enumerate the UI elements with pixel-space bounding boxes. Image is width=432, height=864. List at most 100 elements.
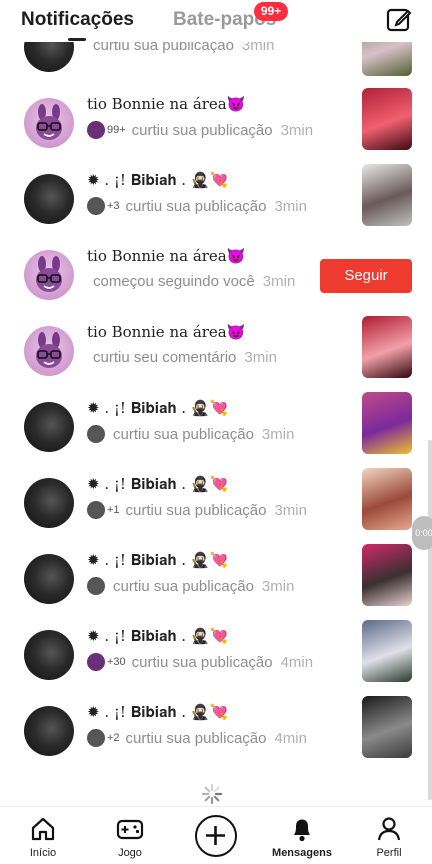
notification-subline: +3 curtiu sua publicação 3min bbox=[87, 197, 307, 215]
person-icon bbox=[377, 817, 401, 841]
scroll-handle[interactable]: 0:00 bbox=[412, 516, 432, 550]
nav-game[interactable]: Jogo bbox=[95, 815, 165, 859]
avatar[interactable] bbox=[24, 554, 74, 604]
notification-user-name[interactable]: ✹ . ¡! 𝐁𝐢𝐛𝐢𝐚𝐡 . 🥷🏻💘 bbox=[87, 627, 228, 645]
post-thumbnail[interactable] bbox=[362, 620, 412, 682]
avatar[interactable] bbox=[24, 98, 74, 148]
active-tab-indicator bbox=[68, 38, 86, 41]
actor-count: +3 bbox=[107, 200, 120, 212]
notification-subline: +30 curtiu sua publicação 4min bbox=[87, 653, 313, 671]
nav-home[interactable]: Início bbox=[8, 815, 78, 859]
notification-action: começou seguindo você bbox=[93, 273, 255, 290]
notification-row[interactable]: tio Bonnie na área😈 99+ curtiu sua publica… bbox=[0, 88, 432, 171]
post-thumbnail[interactable] bbox=[362, 392, 412, 454]
create-post-button[interactable] bbox=[195, 815, 237, 857]
notification-time: 3min bbox=[274, 197, 307, 215]
avatar[interactable] bbox=[24, 250, 74, 300]
avatar[interactable] bbox=[24, 326, 74, 376]
notification-subline: curtiu seu comentário 3min bbox=[87, 349, 277, 366]
notification-action: curtiu sua publicação bbox=[131, 653, 273, 671]
stacked-avatar bbox=[87, 577, 105, 595]
notification-time: 3min bbox=[280, 121, 314, 139]
notification-user-name[interactable]: tio Bonnie na área😈 bbox=[87, 247, 245, 265]
notification-subline: +1 curtiu sua publicação 3min bbox=[87, 501, 307, 519]
notification-time: 3min bbox=[244, 349, 277, 366]
notification-action: curtiu seu comentário bbox=[93, 349, 237, 366]
notification-action: curtiu sua publicação bbox=[125, 729, 267, 747]
notification-row[interactable]: tio Bonnie na área😈 começou seguindo você… bbox=[0, 247, 432, 323]
notification-row[interactable]: ✹ . ¡! 𝐁𝐢𝐛𝐢𝐚𝐡 . 🥷🏻💘 +1 curtiu sua publicaç… bbox=[0, 468, 432, 551]
notification-subline: curtiu sua publicação 3min bbox=[87, 577, 294, 595]
notification-row[interactable]: ✹ . ¡! 𝐁𝐢𝐛𝐢𝐚𝐡 . 🥷🏻💘 curtiu sua publicação… bbox=[0, 392, 432, 475]
notification-user-name[interactable]: ✹ . ¡! 𝐁𝐢𝐛𝐢𝐚𝐡 . 🥷🏻💘 bbox=[87, 703, 228, 721]
notification-user-name[interactable]: ✹ . ¡! 𝐁𝐢𝐛𝐢𝐚𝐡 . 🥷🏻💘 bbox=[87, 399, 228, 417]
stacked-avatar bbox=[87, 729, 105, 747]
stacked-avatar bbox=[87, 121, 105, 139]
notification-row[interactable]: ✹ . ¡! 𝐁𝐢𝐛𝐢𝐚𝐡 . 🥷🏻💘 curtiu sua publicação… bbox=[0, 544, 432, 627]
stacked-avatar bbox=[87, 197, 105, 215]
bunny-avatar-art bbox=[36, 256, 62, 292]
notification-action: curtiu sua publicação bbox=[125, 197, 267, 215]
notification-user-name[interactable]: tio Bonnie na área😈 bbox=[87, 323, 245, 341]
notification-row[interactable]: tio Bonnie na área😈 curtiu seu comentário… bbox=[0, 316, 432, 399]
nav-profile[interactable]: Perfil bbox=[354, 815, 424, 859]
notification-action: curtiu sua publicação bbox=[131, 121, 273, 139]
notification-action: curtiu sua publicação bbox=[113, 577, 254, 595]
bottom-nav: Início Jogo Mensagens Perfil bbox=[0, 806, 432, 864]
compose-icon[interactable] bbox=[386, 7, 412, 33]
avatar[interactable] bbox=[24, 706, 74, 756]
notification-user-name[interactable]: ✹ . ¡! 𝐁𝐢𝐛𝐢𝐚𝐡 . 🥷🏻💘 bbox=[87, 171, 228, 189]
actor-count: +30 bbox=[107, 656, 126, 668]
avatar[interactable] bbox=[24, 630, 74, 680]
tab-notifications[interactable]: Notificações bbox=[21, 9, 134, 31]
scrollbar[interactable] bbox=[428, 440, 432, 800]
notification-time: 3min bbox=[261, 577, 295, 595]
notification-row[interactable]: ✹ . ¡! 𝐁𝐢𝐛𝐢𝐚𝐡 . 🥷🏻💘 +30 curtiu sua publica… bbox=[0, 620, 432, 703]
chat-unread-badge: 99+ bbox=[254, 2, 288, 21]
post-thumbnail[interactable] bbox=[362, 696, 412, 758]
nav-profile-label: Perfil bbox=[376, 847, 402, 859]
notification-time: 3min bbox=[274, 501, 307, 519]
bunny-avatar-art bbox=[36, 332, 62, 368]
bell-icon bbox=[294, 819, 310, 842]
post-thumbnail[interactable] bbox=[362, 164, 412, 226]
actor-count: +1 bbox=[107, 504, 120, 516]
gamepad-icon bbox=[116, 819, 144, 840]
stacked-avatar bbox=[87, 653, 105, 671]
notification-subline: curtiu sua publicação 3min bbox=[87, 425, 294, 443]
post-thumbnail[interactable] bbox=[362, 88, 412, 150]
avatar[interactable] bbox=[24, 174, 74, 224]
loading-spinner-icon bbox=[202, 784, 222, 804]
post-thumbnail[interactable] bbox=[362, 544, 412, 606]
avatar[interactable] bbox=[24, 402, 74, 452]
notification-time: 4min bbox=[280, 653, 314, 671]
notification-user-name[interactable]: ✹ . ¡! 𝐁𝐢𝐛𝐢𝐚𝐡 . 🥷🏻💘 bbox=[87, 551, 228, 569]
notification-subline: começou seguindo você 3min bbox=[87, 273, 295, 290]
avatar[interactable] bbox=[24, 478, 74, 528]
stacked-avatar bbox=[87, 425, 105, 443]
notification-user-name[interactable]: ✹ . ¡! 𝐁𝐢𝐛𝐢𝐚𝐡 . 🥷🏻💘 bbox=[87, 475, 228, 493]
nav-messages[interactable]: Mensagens bbox=[267, 815, 337, 859]
home-icon bbox=[31, 817, 55, 841]
nav-game-label: Jogo bbox=[118, 847, 142, 859]
notification-user-name[interactable]: tio Bonnie na área😈 bbox=[87, 95, 245, 113]
notification-subline: 99+ curtiu sua publicação 3min bbox=[87, 121, 313, 139]
nav-home-label: Início bbox=[29, 847, 57, 859]
notification-subline: +2 curtiu sua publicação 4min bbox=[87, 729, 307, 747]
notification-time: 4min bbox=[274, 729, 307, 747]
notification-time: 3min bbox=[262, 273, 296, 290]
post-thumbnail[interactable] bbox=[362, 468, 412, 530]
actor-count: +2 bbox=[107, 732, 120, 744]
plus-icon bbox=[206, 826, 225, 845]
notification-action: curtiu sua publicação bbox=[125, 501, 267, 519]
post-thumbnail[interactable] bbox=[362, 316, 412, 378]
notification-row[interactable]: ✹ . ¡! 𝐁𝐢𝐛𝐢𝐚𝐡 . 🥷🏻💘 +3 curtiu sua publicaç… bbox=[0, 164, 432, 247]
notification-row[interactable]: ✹ . ¡! 𝐁𝐢𝐛𝐢𝐚𝐡 . 🥷🏻💘 +2 curtiu sua publicaç… bbox=[0, 696, 432, 779]
notification-time: 3min bbox=[261, 425, 295, 443]
stacked-avatar bbox=[87, 501, 105, 519]
notification-action: curtiu sua publicação bbox=[113, 425, 254, 443]
follow-button[interactable]: Seguir bbox=[320, 259, 412, 293]
bunny-avatar-art bbox=[36, 104, 62, 140]
top-tab-bar: Notificações Bate-papos 99+ bbox=[0, 0, 432, 42]
actor-count: 99+ bbox=[107, 124, 126, 136]
